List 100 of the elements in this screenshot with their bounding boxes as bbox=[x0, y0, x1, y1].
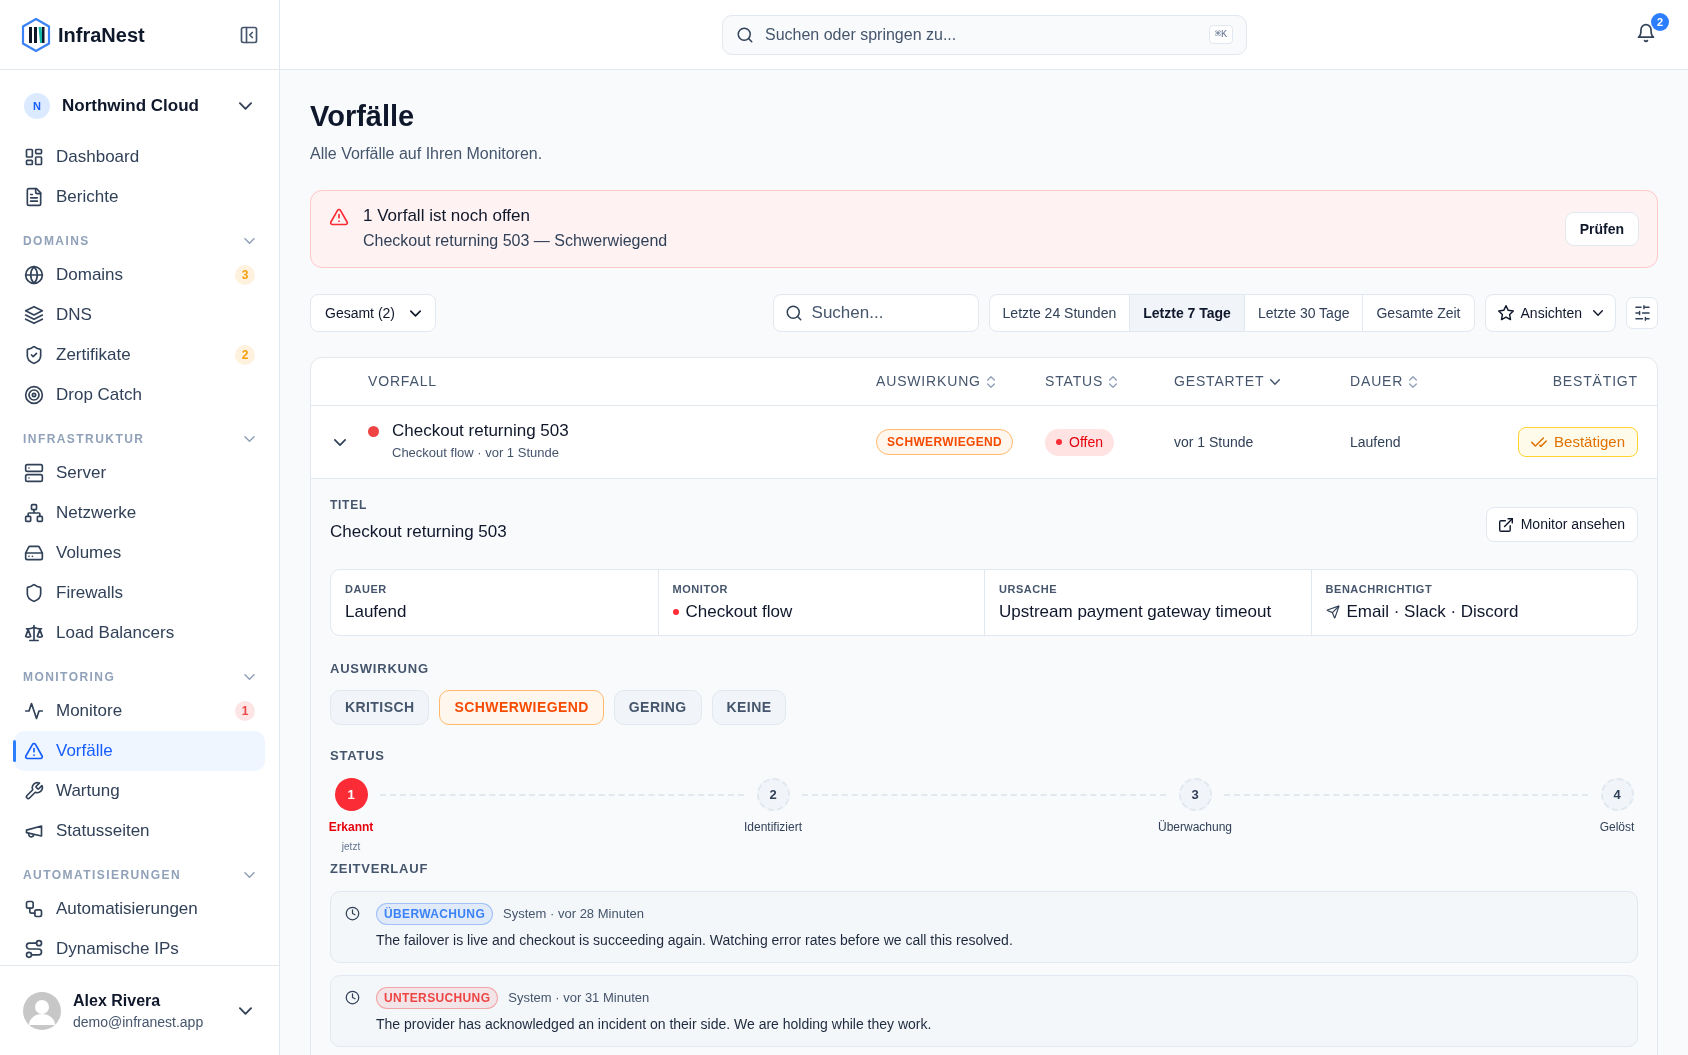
column-header: BESTÄTIGT bbox=[1552, 372, 1638, 391]
timeline-meta: System · vor 28 Minuten bbox=[503, 905, 644, 924]
nav-item[interactable]: Dashboard bbox=[14, 137, 265, 177]
drive-icon bbox=[24, 543, 44, 563]
shield-icon bbox=[24, 583, 44, 603]
started-time: vor 1 Stunde bbox=[1174, 432, 1255, 452]
warning-icon bbox=[329, 207, 349, 227]
count-badge: 2 bbox=[235, 345, 255, 365]
user-name: Alex Rivera bbox=[73, 990, 162, 1011]
fact-value: Checkout flow bbox=[685, 601, 793, 623]
page-subtitle: Alle Vorfälle auf Ihren Monitoren. bbox=[310, 144, 544, 164]
time-range-tab[interactable]: Gesamte Zeit bbox=[1362, 295, 1474, 331]
impact-badge: SCHWERWIEGEND bbox=[876, 429, 1014, 455]
grid-icon bbox=[24, 147, 44, 167]
chevron-icon bbox=[239, 102, 252, 110]
fact-label: BENACHRICHTIGT bbox=[1325, 582, 1434, 597]
step-label: Gelöst bbox=[1599, 819, 1635, 835]
fact-value: Email · Slack · Discord bbox=[1346, 601, 1519, 623]
nav-item[interactable]: Monitore 1 bbox=[14, 691, 265, 731]
nav-item[interactable]: Domains 3 bbox=[14, 255, 265, 295]
search-field[interactable]: Suchen... bbox=[772, 294, 979, 332]
filter-select[interactable]: Gesamt (2) bbox=[310, 294, 436, 332]
timeline-tag: UNTERSUCHUNG bbox=[376, 987, 499, 1009]
section-label: STATUS bbox=[330, 747, 386, 765]
time-range-tab[interactable]: Letzte 30 Tage bbox=[1243, 295, 1363, 331]
section-heading: MONITORING bbox=[23, 670, 116, 684]
chevron-icon bbox=[1593, 310, 1603, 316]
wrench-icon bbox=[24, 781, 44, 801]
alert-title: 1 Vorfall ist noch offen bbox=[363, 205, 531, 227]
nav-item[interactable]: Volumes bbox=[14, 533, 265, 573]
chevron-icon bbox=[410, 309, 421, 317]
globe-icon bbox=[24, 265, 44, 285]
nav-item[interactable]: Server bbox=[14, 453, 265, 493]
nav-item[interactable]: Zertifikate 2 bbox=[14, 335, 265, 375]
nav-item[interactable]: DNS bbox=[14, 295, 265, 335]
collapse-sidebar-button[interactable] bbox=[239, 24, 259, 45]
review-button[interactable]: Prüfen bbox=[1564, 212, 1639, 246]
send-icon bbox=[1325, 605, 1340, 619]
section-label: ZEITVERLAUF bbox=[330, 860, 430, 878]
chevron-icon bbox=[239, 1006, 252, 1015]
route-icon bbox=[24, 939, 44, 959]
fact-value: Laufend bbox=[345, 601, 407, 623]
field-label: TITEL bbox=[330, 497, 368, 514]
star-icon bbox=[1497, 305, 1514, 321]
logo-icon bbox=[20, 16, 52, 53]
nav-item[interactable]: Firewalls bbox=[14, 573, 265, 613]
fact-label: MONITOR bbox=[672, 582, 730, 597]
workspace-switcher[interactable]: N Northwind Cloud bbox=[14, 82, 265, 130]
user-avatar bbox=[23, 991, 61, 1030]
nav-item[interactable]: Netzwerke bbox=[14, 493, 265, 533]
nav-item[interactable]: Wartung bbox=[14, 771, 265, 811]
step-label: Identifiziert bbox=[744, 819, 802, 835]
column-header: VORFALL bbox=[368, 372, 437, 391]
step-label: Überwachung bbox=[1158, 819, 1233, 835]
fact-label: URSACHE bbox=[999, 582, 1059, 597]
timeline-text: The failover is live and checkout is succeeding again. Watching error rates before we call this resolved. bbox=[376, 931, 1013, 950]
column-header[interactable]: GESTARTET bbox=[1174, 371, 1265, 392]
fact-label: DAUER bbox=[345, 582, 388, 597]
server-icon bbox=[24, 463, 44, 483]
incident-title[interactable]: Checkout returning 503 bbox=[392, 418, 876, 444]
search-icon bbox=[784, 304, 803, 322]
view-monitor-button[interactable]: Monitor ansehen bbox=[1485, 507, 1638, 542]
sliders-icon bbox=[1634, 305, 1650, 321]
nav-item[interactable]: Vorfälle bbox=[14, 731, 265, 771]
time-range-tab[interactable]: Letzte 24 Stunden bbox=[989, 295, 1130, 331]
fact-value: Upstream payment gateway timeout bbox=[999, 601, 1272, 623]
section-heading: AUTOMATISIERUNGEN bbox=[23, 868, 182, 882]
clock-icon bbox=[345, 990, 360, 1005]
brand-name: InfraNest bbox=[58, 22, 145, 48]
nav-item[interactable]: Dynamische IPs bbox=[14, 929, 265, 965]
views-button[interactable]: Ansichten bbox=[1484, 294, 1616, 332]
count-badge: 1 bbox=[235, 701, 255, 721]
section-heading: DOMAINS bbox=[23, 234, 90, 248]
timeline-tag: ÜBERWACHUNG bbox=[376, 903, 494, 925]
external-link-icon bbox=[1498, 517, 1513, 532]
impact-option[interactable]: GERING bbox=[613, 690, 702, 725]
notification-badge: 2 bbox=[1651, 13, 1669, 31]
clock-icon bbox=[345, 906, 360, 921]
scale-icon bbox=[24, 623, 44, 643]
filter-settings-button[interactable] bbox=[1626, 297, 1658, 329]
column-header[interactable]: DAUER bbox=[1350, 371, 1404, 392]
section-label: AUSWIRKUNG bbox=[330, 660, 430, 678]
duration-text: Laufend bbox=[1350, 432, 1402, 452]
nav-item[interactable]: Drop Catch bbox=[14, 375, 265, 415]
search-icon bbox=[736, 26, 754, 44]
time-range-tab[interactable]: Letzte 7 Tage bbox=[1129, 295, 1244, 331]
impact-option[interactable]: KEINE bbox=[711, 690, 787, 725]
warning-icon bbox=[24, 741, 44, 761]
nav-item[interactable]: Berichte bbox=[14, 177, 265, 217]
step-time: jetzt bbox=[341, 841, 361, 853]
column-header[interactable]: STATUS bbox=[1045, 371, 1104, 392]
document-icon bbox=[24, 187, 44, 207]
nav-item[interactable]: Statusseiten bbox=[14, 811, 265, 851]
workspace-avatar: N bbox=[24, 93, 50, 119]
column-header[interactable]: AUSWIRKUNG bbox=[876, 371, 981, 392]
impact-option[interactable]: KRITISCH bbox=[330, 690, 430, 725]
layers-icon bbox=[24, 305, 44, 325]
nav-item[interactable]: Automatisierungen bbox=[14, 889, 265, 929]
target-icon bbox=[24, 385, 44, 405]
nav-item[interactable]: Load Balancers bbox=[14, 613, 265, 653]
